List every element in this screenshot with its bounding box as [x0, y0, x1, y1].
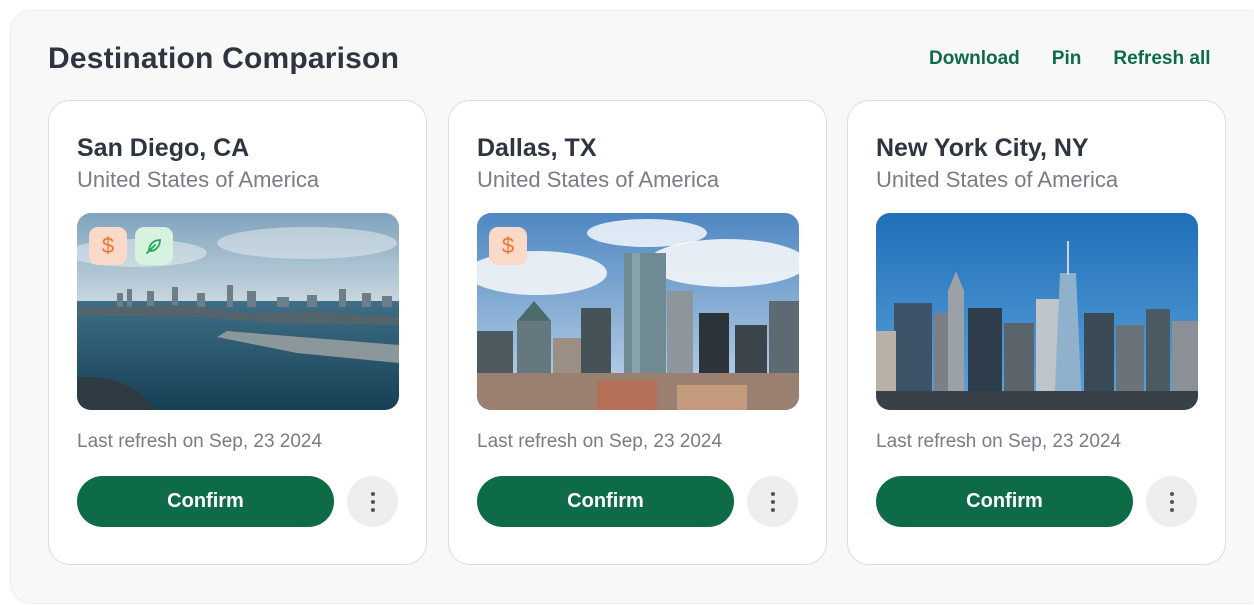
confirm-button[interactable]: Confirm: [876, 476, 1133, 527]
city-name: Dallas, TX: [477, 134, 597, 162]
card-badges: $: [89, 227, 173, 265]
country-name: United States of America: [876, 167, 1119, 192]
page-title: Destination Comparison: [48, 42, 400, 75]
country-name: United States of America: [77, 167, 320, 192]
confirm-button[interactable]: Confirm: [477, 476, 734, 527]
card-badges: $: [489, 227, 527, 265]
vertical-dots-icon: [370, 491, 375, 512]
vertical-dots-icon: [1169, 491, 1174, 512]
confirm-button[interactable]: Confirm: [77, 476, 334, 527]
dollar-icon: $: [489, 227, 527, 265]
destination-photo: $: [77, 213, 399, 410]
city-name: San Diego, CA: [77, 134, 250, 162]
destination-photo: [876, 213, 1198, 410]
new-york-skyline-image: [876, 213, 1198, 410]
destination-card-san-diego[interactable]: San Diego, CA United States of America $…: [48, 100, 427, 565]
header-actions: Download Pin Refresh all: [929, 48, 1211, 70]
more-options-button[interactable]: [747, 476, 798, 527]
dollar-icon: $: [89, 227, 127, 265]
vertical-dots-icon: [770, 491, 775, 512]
last-refresh-text: Last refresh on Sep, 23 2024: [77, 431, 323, 452]
more-options-button[interactable]: [347, 476, 398, 527]
leaf-icon: [135, 227, 173, 265]
last-refresh-text: Last refresh on Sep, 23 2024: [477, 431, 723, 452]
refresh-all-link[interactable]: Refresh all: [1113, 48, 1210, 70]
destination-card-dallas[interactable]: Dallas, TX United States of America $ La…: [448, 100, 827, 565]
more-options-button[interactable]: [1146, 476, 1197, 527]
pin-link[interactable]: Pin: [1052, 48, 1082, 70]
destination-card-new-york[interactable]: New York City, NY United States of Ameri…: [847, 100, 1226, 565]
country-name: United States of America: [477, 167, 720, 192]
city-name: New York City, NY: [876, 134, 1089, 162]
download-link[interactable]: Download: [929, 48, 1020, 70]
destination-photo: $: [477, 213, 799, 410]
last-refresh-text: Last refresh on Sep, 23 2024: [876, 431, 1122, 452]
